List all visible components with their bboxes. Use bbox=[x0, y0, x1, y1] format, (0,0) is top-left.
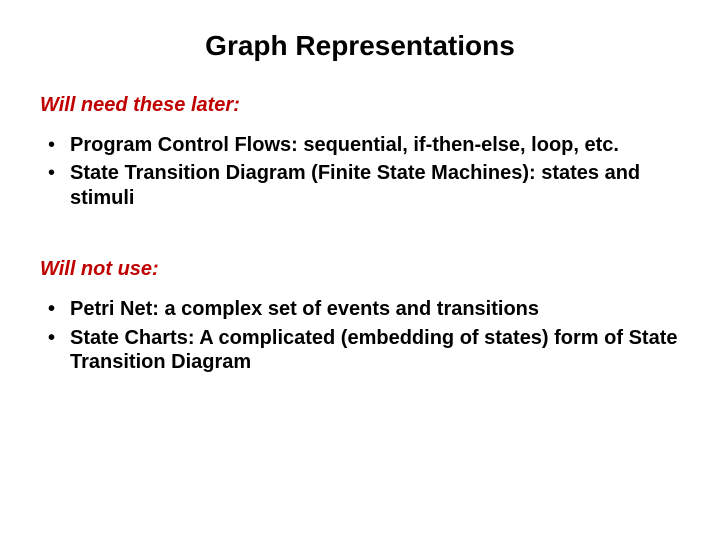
list-item: State Charts: A complicated (embedding o… bbox=[46, 326, 680, 375]
list-item: State Transition Diagram (Finite State M… bbox=[46, 161, 680, 210]
bullet-bold: Program Control Flows bbox=[70, 134, 291, 156]
list-item: Petri Net: a complex set of events and t… bbox=[46, 297, 680, 321]
slide: Graph Representations Will need these la… bbox=[0, 0, 720, 540]
slide-title: Graph Representations bbox=[40, 30, 680, 62]
section-label-need: Will need these later: bbox=[40, 94, 680, 117]
bullet-bold: State Transition Diagram bbox=[70, 162, 311, 184]
section-label-need-text: Will need these later: bbox=[40, 94, 240, 116]
section-label-notuse: Will not use: bbox=[40, 258, 680, 281]
bullet-list-need: Program Control Flows: sequential, if-th… bbox=[40, 133, 680, 210]
bullet-rest: : sequential, if-then-else, loop, etc. bbox=[291, 134, 619, 156]
bullet-list-notuse: Petri Net: a complex set of events and t… bbox=[40, 297, 680, 374]
section-label-notuse-text: Will not use: bbox=[40, 258, 159, 280]
list-item: Program Control Flows: sequential, if-th… bbox=[46, 133, 680, 157]
